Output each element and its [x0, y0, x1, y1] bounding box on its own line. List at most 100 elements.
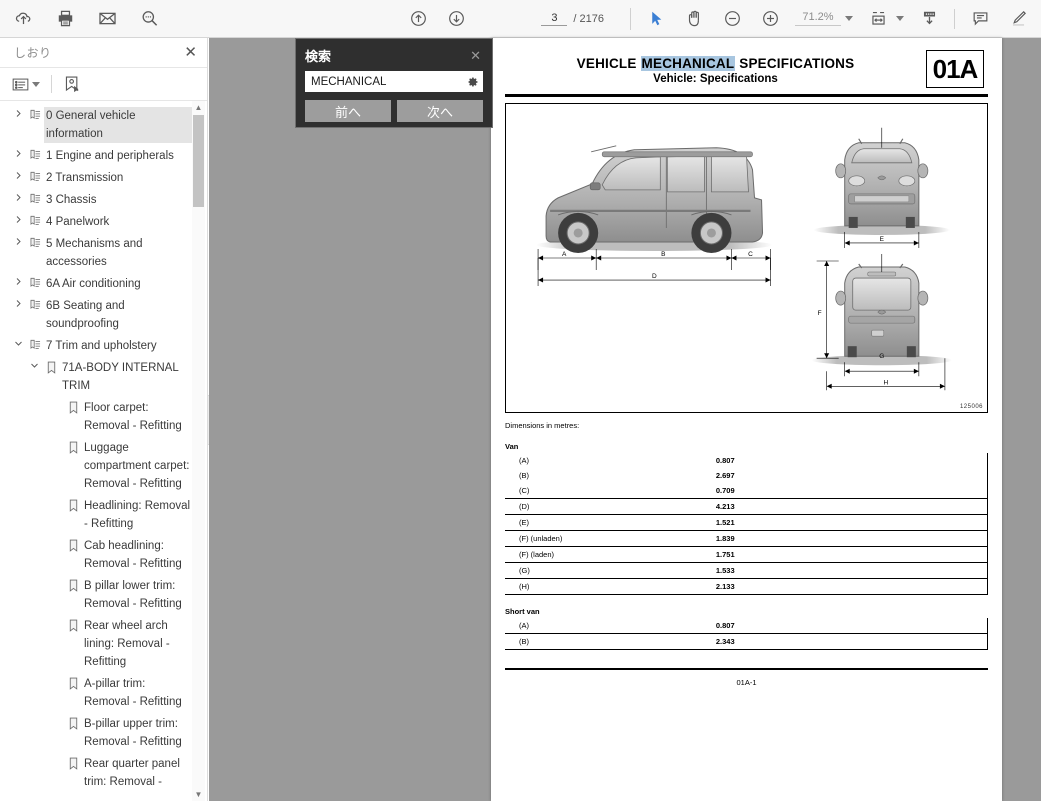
scrollbar-thumb[interactable] — [193, 115, 204, 207]
fit-page-chevron-down-icon[interactable] — [896, 16, 904, 21]
vehicle-diagram-figure: A B C D — [505, 103, 988, 413]
bookmark-item-label: B-pillar upper trim: Removal - Refitting — [82, 715, 193, 751]
chevron-right-icon[interactable] — [10, 191, 26, 202]
document-title-block: VEHICLE MECHANICAL SPECIFICATIONS Vehicl… — [505, 50, 926, 85]
scroll-down-arrow-icon[interactable]: ▼ — [192, 788, 205, 801]
table-row: (E)1.521 — [505, 514, 988, 530]
zoom-out-icon[interactable] — [719, 6, 745, 32]
bookmark-icon — [64, 675, 82, 690]
dim-label-b: B — [661, 250, 665, 257]
zoom-control[interactable]: 71.2% — [795, 11, 853, 26]
select-cursor-icon[interactable] — [643, 6, 669, 32]
bookmark-item[interactable]: Rear wheel arch lining: Removal - Refitt… — [0, 615, 207, 673]
bookmark-item-label: Cab headlining: Removal - Refitting — [82, 537, 193, 573]
page-navigation: 3 / 2176 — [541, 12, 604, 26]
fit-page-icon[interactable] — [865, 6, 891, 32]
chevron-down-icon[interactable] — [845, 16, 853, 21]
twisty-spacer — [48, 439, 64, 441]
bookmark-icon — [64, 715, 82, 730]
toolbar-left-group — [0, 6, 162, 32]
search-icon[interactable] — [136, 6, 162, 32]
document-viewer[interactable]: VEHICLE MECHANICAL SPECIFICATIONS Vehicl… — [209, 38, 1041, 801]
table-row: (D)4.213 — [505, 498, 988, 514]
side-dimension-lines — [538, 248, 770, 285]
close-icon[interactable]: ✕ — [184, 45, 197, 60]
scroll-up-arrow-icon[interactable]: ▲ — [192, 101, 205, 114]
chevron-right-icon[interactable] — [10, 275, 26, 286]
search-dialog[interactable]: 検索 ✕ 前へ 次へ — [295, 38, 493, 128]
bookmark-item[interactable]: Luggage compartment carpet: Removal - Re… — [0, 437, 207, 495]
bookmark-item[interactable]: Cab headlining: Removal - Refitting — [0, 535, 207, 575]
bookmark-item[interactable]: 6A Air conditioning — [0, 273, 207, 295]
page-down-icon[interactable] — [443, 6, 469, 32]
chevron-down-icon[interactable] — [32, 82, 40, 87]
list-options-icon[interactable] — [12, 77, 40, 92]
bookmark-item[interactable]: 71A-BODY INTERNAL TRIM — [0, 357, 207, 397]
chevron-right-icon[interactable] — [10, 169, 26, 180]
table-row: (F) (laden)1.751 — [505, 546, 988, 562]
title-suffix: SPECIFICATIONS — [735, 56, 854, 71]
bookmark-item[interactable]: Headlining: Removal - Refitting — [0, 495, 207, 535]
search-input[interactable] — [311, 76, 467, 88]
page-up-icon[interactable] — [405, 6, 431, 32]
bookmark-item[interactable]: 5 Mechanisms and accessories — [0, 233, 207, 273]
twisty-spacer — [48, 715, 64, 717]
search-previous-button[interactable]: 前へ — [305, 100, 391, 122]
highlighter-icon[interactable] — [1005, 6, 1031, 32]
page-number-input[interactable]: 3 — [541, 12, 567, 26]
chevron-right-icon[interactable] — [10, 235, 26, 246]
bookmark-item[interactable]: 7 Trim and upholstery — [0, 335, 207, 357]
figure-reference-code: 125006 — [960, 404, 983, 410]
print-icon[interactable] — [52, 6, 78, 32]
comment-icon[interactable] — [967, 6, 993, 32]
bookmark-item-label: 0 General vehicle information — [44, 107, 193, 143]
hand-tool-icon[interactable] — [681, 6, 707, 32]
search-input-wrapper[interactable] — [305, 71, 483, 92]
bookmark-item[interactable]: 6B Seating and soundproofing — [0, 295, 207, 335]
dim-label-h: H — [883, 379, 888, 386]
bookmark-folder-icon — [26, 147, 44, 162]
bookmark-item[interactable]: A-pillar trim: Removal - Refitting — [0, 673, 207, 713]
scroll-mode-icon[interactable] — [916, 6, 942, 32]
bookmark-item[interactable]: B-pillar upper trim: Removal - Refitting — [0, 713, 207, 753]
bookmark-item[interactable]: B pillar lower trim: Removal - Refitting — [0, 575, 207, 615]
spec-key: (H) — [505, 578, 708, 594]
bookmark-item[interactable]: Rear quarter panel trim: Removal - — [0, 753, 207, 793]
chevron-down-icon[interactable] — [10, 337, 26, 348]
bookmark-folder-icon — [26, 213, 44, 228]
bookmark-item-label: Rear wheel arch lining: Removal - Refitt… — [82, 617, 193, 671]
chevron-right-icon[interactable] — [10, 297, 26, 308]
search-next-button[interactable]: 次へ — [397, 100, 483, 122]
chevron-down-icon[interactable] — [26, 359, 42, 370]
bookmark-item[interactable]: 2 Transmission — [0, 167, 207, 189]
chevron-right-icon[interactable] — [10, 147, 26, 158]
close-icon[interactable]: ✕ — [468, 49, 483, 62]
zoom-in-icon[interactable] — [757, 6, 783, 32]
bookmark-item-label: 4 Panelwork — [44, 213, 193, 231]
email-icon[interactable] — [94, 6, 120, 32]
bookmark-item[interactable]: 4 Panelwork — [0, 211, 207, 233]
page-title: VEHICLE MECHANICAL SPECIFICATIONS — [505, 56, 926, 71]
chevron-right-icon[interactable] — [10, 107, 26, 118]
sidebar-title: しおり — [14, 44, 184, 61]
bookmark-item[interactable]: 0 General vehicle information — [0, 105, 207, 145]
title-prefix: VEHICLE — [577, 56, 641, 71]
sidebar-tool-divider — [51, 75, 52, 93]
twisty-spacer — [48, 537, 64, 539]
add-bookmark-icon[interactable] — [63, 75, 82, 93]
page-total-label: / 2176 — [573, 13, 604, 25]
upload-cloud-icon[interactable] — [10, 6, 36, 32]
bookmark-item[interactable]: 3 Chassis — [0, 189, 207, 211]
bookmark-item[interactable]: Floor carpet: Removal - Refitting — [0, 397, 207, 437]
sidebar-scrollbar[interactable]: ▲ ▼ — [192, 101, 205, 801]
settings-gear-icon[interactable] — [467, 76, 479, 88]
pdf-page[interactable]: VEHICLE MECHANICAL SPECIFICATIONS Vehicl… — [491, 38, 1002, 801]
dim-label-e: E — [880, 235, 885, 242]
zoom-level-value[interactable]: 71.2% — [795, 11, 841, 26]
spec-group-title: Short van — [505, 607, 988, 616]
chevron-right-icon[interactable] — [10, 213, 26, 224]
spec-key: (G) — [505, 562, 708, 578]
bookmark-icon — [64, 617, 82, 632]
bookmark-icon — [64, 755, 82, 770]
bookmark-item[interactable]: 1 Engine and peripherals — [0, 145, 207, 167]
